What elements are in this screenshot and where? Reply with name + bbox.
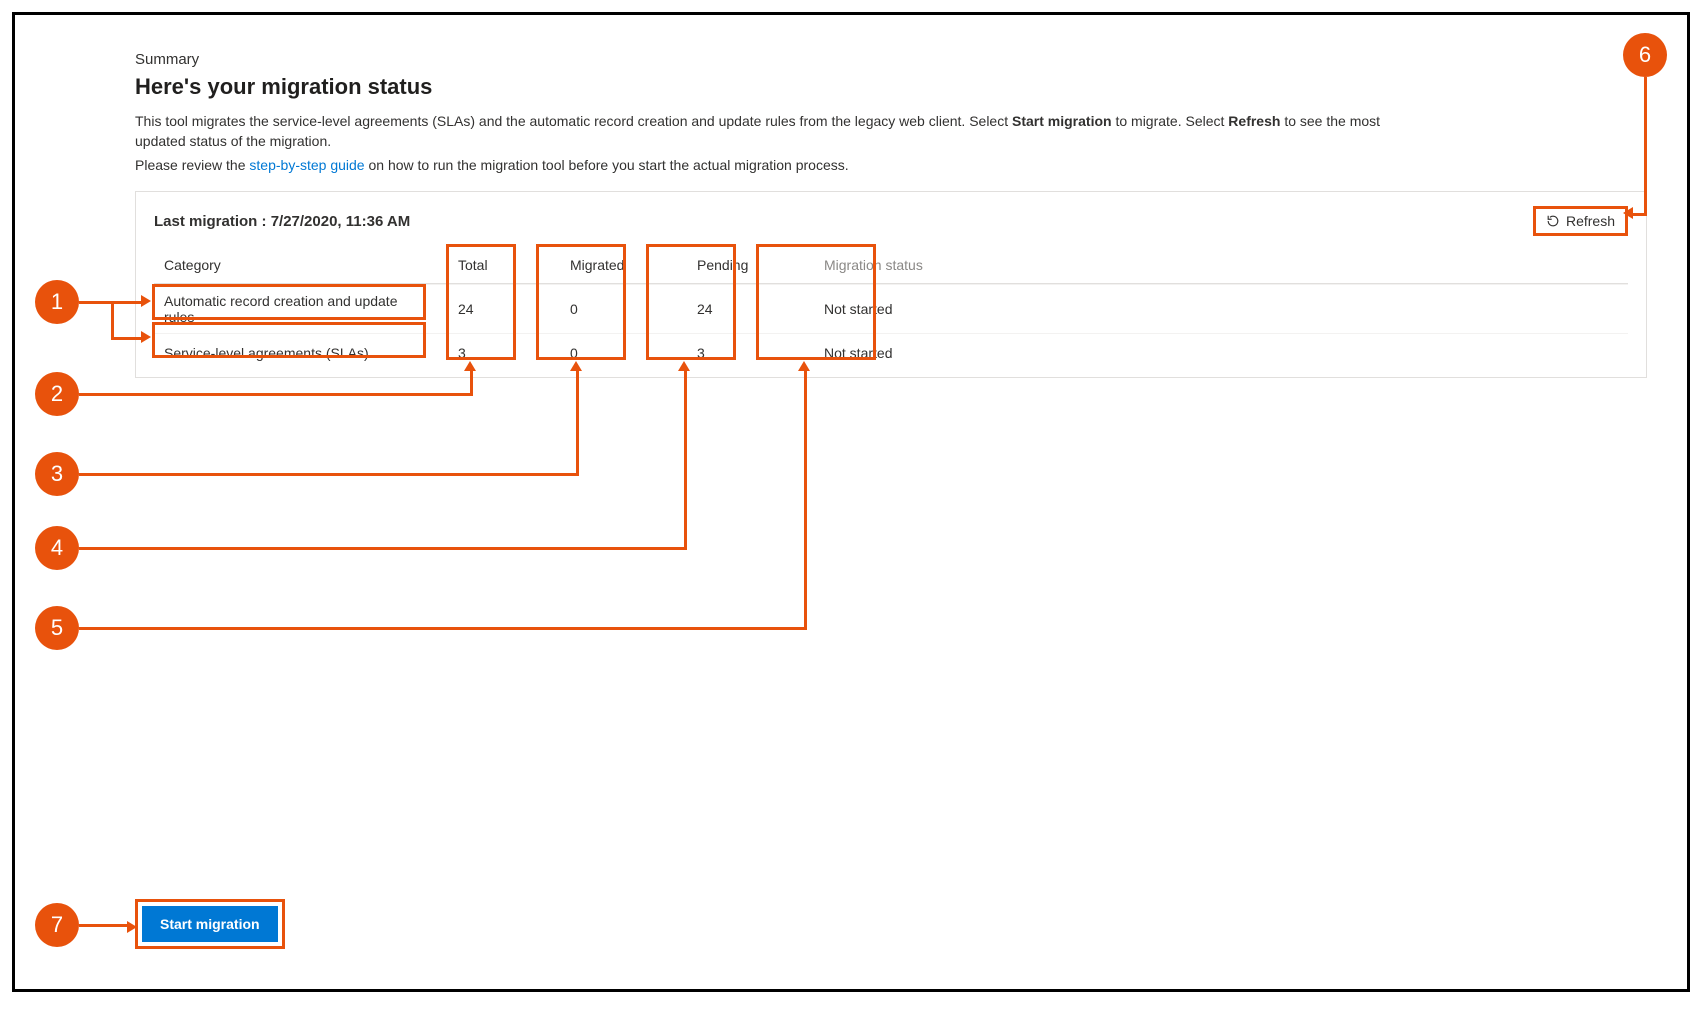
refresh-button[interactable]: Refresh [1533,206,1628,236]
row1-category: Service-level agreements (SLAs) [154,337,426,369]
guide-line: Please review the step-by-step guide on … [135,157,1647,173]
callout-connector-5v [804,371,807,630]
guide-suffix: on how to run the migration tool before … [368,157,848,173]
start-migration-button[interactable]: Start migration [142,906,278,942]
window-frame: Summary Here's your migration status Thi… [12,12,1690,992]
description-mid: to migrate. Select [1115,113,1228,129]
callout-connector-1c [111,337,141,340]
table-row[interactable]: Service-level agreements (SLAs) 3 0 3 No… [154,333,1628,371]
row0-migrated: 0 [560,293,665,325]
migration-table: Category Total Migrated Pending Migratio… [154,246,1628,377]
row0-category: Automatic record creation and update rul… [154,285,426,333]
callout-arrow-4 [678,361,690,371]
callout-badge-5: 5 [35,606,79,650]
col-header-migrated: Migrated [560,249,665,281]
callout-badge-4: 4 [35,526,79,570]
last-migration-value: 7/27/2020, 11:36 AM [271,213,411,230]
refresh-icon [1546,214,1560,228]
callout-connector-3v [576,371,579,476]
row0-total: 24 [448,293,538,325]
row1-pending: 3 [687,337,792,369]
callout-connector-2v [470,371,473,396]
callout-connector-4 [79,547,687,550]
callout-connector-5 [79,627,807,630]
refresh-label: Refresh [1566,213,1615,229]
description-bold-refresh: Refresh [1228,113,1280,129]
callout-arrow-2 [464,361,476,371]
table-header-row: Category Total Migrated Pending Migratio… [154,246,1628,284]
description-text: This tool migrates the service-level agr… [135,112,1415,151]
callout-connector-6h [1631,213,1647,216]
callout-connector-1v [111,301,114,339]
callout-badge-2: 2 [35,372,79,416]
col-header-category: Category [154,249,426,281]
row0-pending: 24 [687,293,792,325]
callout-connector-3 [79,473,579,476]
page-title: Here's your migration status [135,74,1647,100]
callout-arrow-1a [141,295,151,307]
step-by-step-guide-link[interactable]: step-by-step guide [249,157,364,173]
table-body: Automatic record creation and update rul… [154,284,1628,371]
summary-label: Summary [135,51,1647,68]
guide-prefix: Please review the [135,157,249,173]
content-area: Summary Here's your migration status Thi… [15,15,1687,418]
callout-connector-4v [684,371,687,550]
callout-arrow-1b [141,331,151,343]
last-migration-label: Last migration : 7/27/2020, 11:36 AM [154,213,410,230]
col-header-status: Migration status [814,249,959,281]
row1-total: 3 [448,337,538,369]
table-row[interactable]: Automatic record creation and update rul… [154,284,1628,333]
callout-badge-1: 1 [35,280,79,324]
callout-badge-3: 3 [35,452,79,496]
callout-connector-7 [79,924,127,927]
callout-connector-1b [111,301,141,304]
callout-connector-6v [1644,77,1647,213]
col-header-pending: Pending [687,249,792,281]
callout-arrow-6 [1623,207,1633,219]
callout-arrow-5 [798,361,810,371]
description-prefix: This tool migrates the service-level agr… [135,113,1012,129]
callout-badge-7: 7 [35,903,79,947]
migration-panel: Last migration : 7/27/2020, 11:36 AM Ref… [135,191,1647,378]
row0-status: Not started [814,293,959,325]
row1-status: Not started [814,337,959,369]
callout-arrow-7 [127,921,137,933]
col-header-total: Total [448,249,538,281]
description-bold-start-migration: Start migration [1012,113,1112,129]
callout-badge-6: 6 [1623,33,1667,77]
last-migration-label-text: Last migration : [154,213,267,230]
callout-arrow-3 [570,361,582,371]
callout-connector-2 [79,393,473,396]
annotation-box-start-migration: Start migration [135,899,285,949]
